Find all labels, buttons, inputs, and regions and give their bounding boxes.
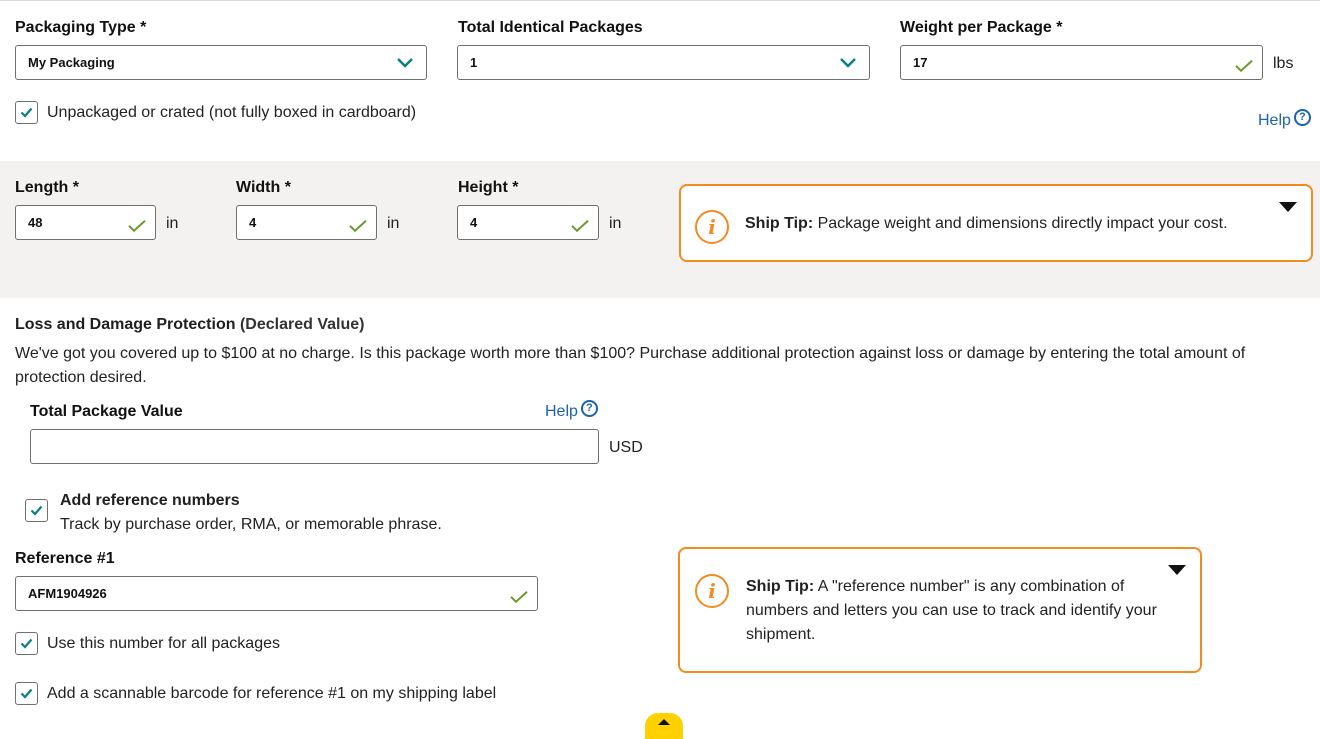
packaging-type-value: My Packaging — [28, 55, 115, 70]
info-icon: i — [695, 574, 729, 608]
protection-description: We've got you covered up to $100 at no c… — [15, 345, 1246, 386]
scroll-up-button[interactable] — [645, 713, 683, 739]
total-value-input[interactable] — [30, 429, 599, 464]
help-link[interactable]: Help ? — [545, 400, 598, 421]
weight-label: Weight per Package * — [900, 19, 1063, 36]
checkmark-icon — [571, 219, 589, 232]
reference-1-value: AFM1904926 — [28, 586, 107, 601]
currency-label: USD — [609, 439, 643, 456]
ship-tip-dimensions[interactable]: i Ship Tip: Package weight and dimension… — [679, 184, 1313, 262]
help-link[interactable]: Help ? — [1258, 109, 1311, 130]
help-label: Help — [545, 403, 578, 420]
check-icon — [30, 505, 43, 516]
add-reference-sublabel: Track by purchase order, RMA, or memorab… — [60, 516, 442, 533]
unpackaged-checkbox[interactable] — [15, 101, 38, 124]
use-all-packages-checkbox[interactable] — [15, 632, 38, 655]
chevron-down-icon — [397, 57, 413, 68]
width-input[interactable]: 4 — [236, 205, 377, 240]
height-label: Height * — [458, 179, 519, 196]
total-identical-select[interactable]: 1 — [457, 45, 870, 80]
total-identical-value: 1 — [470, 55, 478, 70]
width-unit: in — [387, 215, 400, 232]
weight-unit: lbs — [1273, 55, 1294, 72]
total-value-label: Total Package Value — [30, 403, 183, 420]
height-unit: in — [609, 215, 622, 232]
reference-1-input[interactable]: AFM1904926 — [15, 576, 538, 611]
checkmark-icon — [128, 219, 146, 232]
add-reference-checkbox[interactable] — [25, 499, 48, 522]
weight-input[interactable]: 17 — [900, 45, 1263, 80]
barcode-label: Add a scannable barcode for reference #1… — [47, 685, 497, 702]
check-icon — [20, 107, 33, 118]
weight-value: 17 — [913, 55, 928, 70]
length-label: Length * — [15, 179, 79, 196]
unpackaged-label: Unpackaged or crated (not fully boxed in… — [47, 104, 417, 121]
question-icon: ? — [1293, 109, 1311, 126]
ship-tip-text: Ship Tip: A "reference number" is any co… — [746, 575, 1176, 647]
checkmark-icon — [510, 590, 528, 603]
checkmark-icon — [349, 219, 367, 232]
info-icon: i — [695, 210, 729, 244]
caret-down-icon[interactable] — [1168, 565, 1186, 575]
barcode-checkbox[interactable] — [15, 682, 38, 705]
ship-tip-prefix: Ship Tip: — [745, 215, 814, 232]
reference-1-label: Reference #1 — [15, 550, 115, 567]
length-input[interactable]: 48 — [15, 205, 156, 240]
ship-tip-text: Ship Tip: Package weight and dimensions … — [745, 212, 1265, 236]
caret-down-icon[interactable] — [1279, 202, 1297, 212]
ship-tip-prefix: Ship Tip: — [746, 578, 815, 595]
length-unit: in — [166, 215, 179, 232]
question-icon: ? — [580, 400, 598, 417]
protection-title: Loss and Damage Protection — [15, 316, 236, 333]
ship-tip-body: Package weight and dimensions directly i… — [813, 215, 1228, 232]
width-label: Width * — [236, 179, 291, 196]
use-all-packages-label: Use this number for all packages — [47, 635, 280, 652]
packaging-type-select[interactable]: My Packaging — [15, 45, 427, 80]
height-input[interactable]: 4 — [457, 205, 599, 240]
add-reference-label: Add reference numbers — [60, 492, 240, 509]
help-label: Help — [1258, 112, 1291, 129]
protection-heading: Loss and Damage Protection (Declared Val… — [15, 316, 364, 334]
packaging-type-label: Packaging Type * — [15, 19, 147, 36]
top-divider — [0, 0, 1320, 1]
total-identical-label: Total Identical Packages — [458, 19, 643, 36]
chevron-down-icon — [840, 57, 856, 68]
ship-tip-reference[interactable]: i Ship Tip: A "reference number" is any … — [678, 547, 1202, 673]
chevron-up-icon — [658, 719, 670, 725]
check-icon — [20, 638, 33, 649]
check-icon — [20, 688, 33, 699]
checkmark-icon — [1235, 59, 1253, 72]
protection-title-suffix: (Declared Value) — [235, 316, 365, 333]
